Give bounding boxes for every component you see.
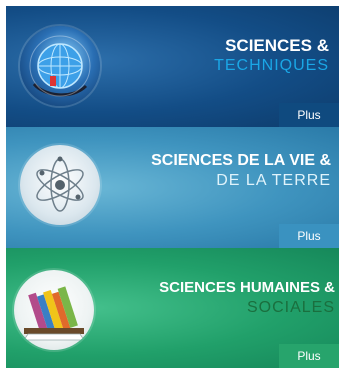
plus-button[interactable]: Plus (279, 344, 339, 368)
category-card-sciences-vie-terre[interactable]: SCIENCES DE LA VIE & DE LA TERRE Plus (6, 127, 339, 248)
category-title-line2: TECHNIQUES (214, 57, 329, 74)
category-menu: SCIENCES & TECHNIQUES Plus SCIENCES DE L… (0, 0, 345, 374)
category-title-line2: DE LA TERRE (216, 172, 331, 189)
books-icon (14, 270, 94, 350)
category-title-line1: SCIENCES DE LA VIE & (151, 152, 331, 169)
category-card-sciences-techniques[interactable]: SCIENCES & TECHNIQUES Plus (6, 6, 339, 127)
plus-button[interactable]: Plus (279, 224, 339, 248)
category-title: SCIENCES HUMAINES & SOCIALES (159, 278, 335, 318)
plus-button[interactable]: Plus (279, 103, 339, 127)
category-title: SCIENCES DE LA VIE & DE LA TERRE (151, 151, 331, 191)
atom-icon (20, 145, 100, 225)
category-title-line2: SOCIALES (246, 299, 335, 316)
category-title: SCIENCES & TECHNIQUES (214, 36, 329, 76)
globe-network-icon (20, 26, 100, 106)
category-card-sciences-humaines-sociales[interactable]: SCIENCES HUMAINES & SOCIALES Plus (6, 248, 339, 368)
category-title-line1: SCIENCES & (225, 36, 329, 55)
category-title-line1: SCIENCES HUMAINES & (159, 279, 335, 296)
